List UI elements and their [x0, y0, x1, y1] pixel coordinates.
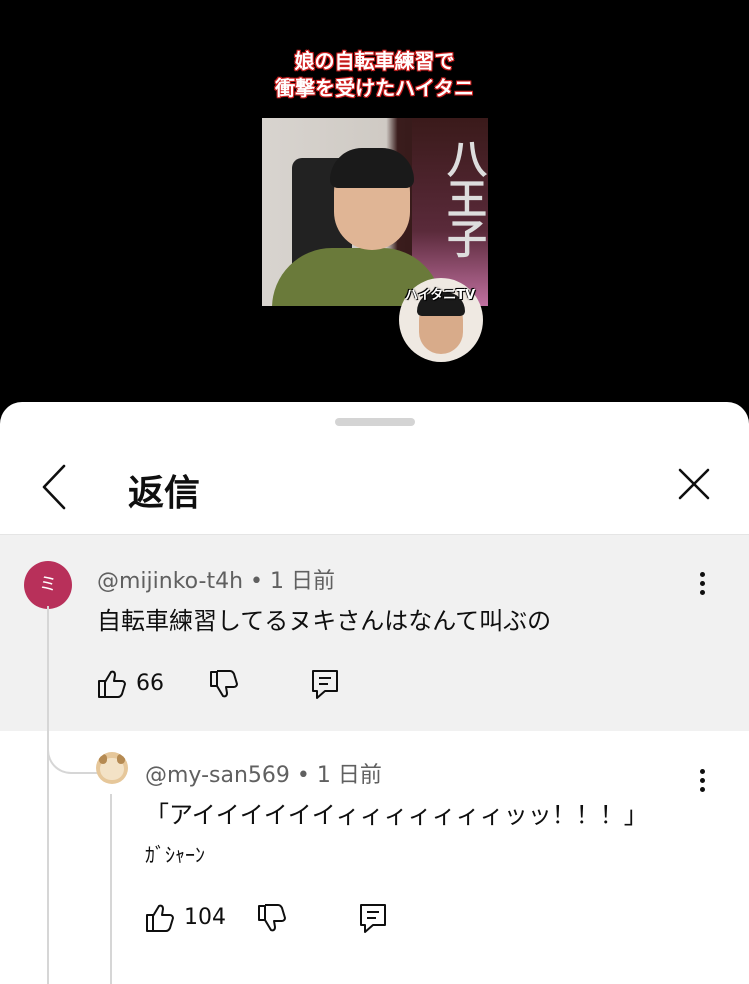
- close-icon: [678, 468, 710, 500]
- back-button[interactable]: [30, 460, 80, 514]
- sheet-title: 返信: [128, 473, 201, 514]
- avatar[interactable]: [96, 752, 128, 784]
- comment-author[interactable]: @mijinko-t4h: [97, 569, 243, 594]
- close-button[interactable]: [672, 462, 716, 506]
- dislike-button[interactable]: [208, 669, 240, 705]
- reply-icon: [360, 904, 386, 933]
- replies-sheet: 返信 ミ @mijinko-t4h • 1 日前 自転車練習してるヌキさんはなん…: [0, 402, 749, 984]
- thumbs-down-icon: [210, 670, 238, 698]
- video-caption-line1: 娘の自転車練習で: [294, 49, 455, 73]
- reply-author-meta: @my-san569 • 1 日前: [145, 757, 382, 789]
- kebab-dot-icon: [699, 769, 705, 774]
- like-button[interactable]: [144, 902, 176, 938]
- reply-icon: [312, 670, 338, 699]
- video-frame: 八王子: [262, 118, 488, 306]
- comment-highlighted: ミ @mijinko-t4h • 1 日前 自転車練習してるヌキさんはなんて叫ぶ…: [0, 535, 749, 731]
- poster-text: 八王子: [440, 138, 486, 258]
- comment-author-meta: @mijinko-t4h • 1 日前: [97, 563, 335, 595]
- like-count: 66: [136, 671, 164, 696]
- reply-text-line2: ｶﾞｼｬｰﾝ: [145, 843, 205, 867]
- thread-line: [47, 606, 49, 984]
- thumbs-down-icon: [258, 904, 286, 932]
- thread-line-reply: [110, 794, 112, 984]
- drag-handle[interactable]: [335, 418, 415, 426]
- comment-text: 自転車練習してるヌキさんはなんて叫ぶの: [97, 607, 552, 635]
- dislike-button[interactable]: [256, 903, 288, 939]
- thread-connector: [47, 732, 97, 774]
- person-hair: [330, 148, 414, 188]
- reply-text-line1: 「アイイイイイイィィィィィィィッッ！！！」: [145, 801, 648, 829]
- chevron-left-icon: [42, 464, 66, 510]
- comment-menu-button[interactable]: [692, 568, 712, 608]
- reply-button[interactable]: [358, 902, 388, 938]
- like-button[interactable]: [96, 668, 128, 704]
- kebab-dot-icon: [699, 572, 705, 577]
- comment-author[interactable]: @my-san569: [145, 763, 290, 788]
- comment-menu-button[interactable]: [692, 765, 712, 805]
- reply-button[interactable]: [310, 668, 340, 704]
- video-player[interactable]: 娘の自転車練習で 衝撃を受けたハイタニ 八王子 ハイタニTV: [0, 0, 749, 410]
- channel-label: ハイタニTV: [405, 288, 476, 303]
- comment-time: • 1 日前: [250, 569, 336, 594]
- avatar[interactable]: ミ: [24, 561, 72, 609]
- thumbs-up-icon: [98, 670, 126, 698]
- like-count: 104: [184, 905, 226, 930]
- comment-time: • 1 日前: [296, 763, 382, 788]
- video-caption-line2: 衝撃を受けたハイタニ: [275, 76, 474, 100]
- thumbs-up-icon: [146, 904, 174, 932]
